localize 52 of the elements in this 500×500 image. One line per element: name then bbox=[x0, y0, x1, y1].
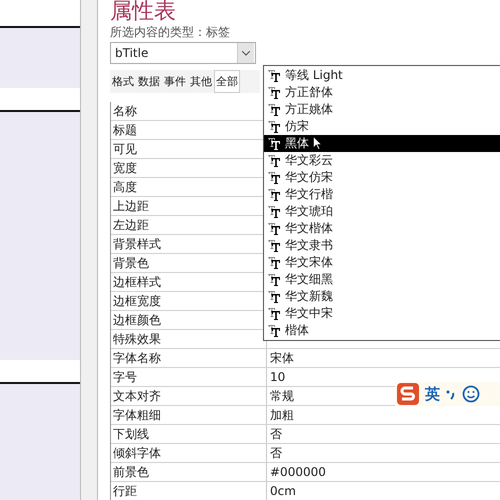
property-name: 倾斜字体 bbox=[111, 444, 267, 462]
punctuation-icon[interactable] bbox=[446, 388, 456, 400]
truetype-font-icon bbox=[268, 206, 281, 218]
property-name: 字号 bbox=[111, 368, 267, 386]
truetype-font-icon bbox=[268, 256, 281, 268]
property-value[interactable]: 10 bbox=[267, 368, 286, 386]
smiley-icon[interactable] bbox=[462, 385, 480, 403]
property-name: 文本对齐 bbox=[111, 387, 267, 405]
selection-type-label: 所选内容的类型：标签 bbox=[110, 24, 231, 40]
truetype-font-icon bbox=[268, 70, 281, 82]
property-tab[interactable]: 格式 bbox=[110, 70, 136, 93]
property-tab[interactable]: 事件 bbox=[162, 70, 188, 93]
property-name: 行距 bbox=[111, 482, 267, 500]
property-name: 下划线 bbox=[111, 425, 267, 443]
property-name: 字体粗细 bbox=[111, 406, 267, 424]
property-name: 前景色 bbox=[111, 463, 267, 481]
property-tab[interactable]: 数据 bbox=[136, 70, 162, 93]
property-tab[interactable]: 其他 bbox=[188, 70, 214, 93]
cursor-icon bbox=[313, 136, 322, 150]
property-value[interactable]: #000000 bbox=[267, 463, 326, 481]
chevron-down-icon bbox=[242, 50, 250, 56]
form-section-bar[interactable] bbox=[0, 88, 80, 112]
truetype-font-icon bbox=[268, 138, 281, 150]
dropdown-button[interactable] bbox=[237, 43, 254, 63]
truetype-font-icon bbox=[268, 154, 281, 166]
truetype-font-icon bbox=[268, 308, 281, 320]
font-option[interactable]: 黑体 bbox=[264, 135, 500, 152]
truetype-font-icon bbox=[268, 274, 281, 286]
truetype-font-icon bbox=[268, 222, 281, 234]
property-name: 字体名称 bbox=[111, 349, 267, 367]
truetype-font-icon bbox=[268, 290, 281, 302]
property-value[interactable]: 加粗 bbox=[267, 406, 294, 424]
property-value[interactable]: 否 bbox=[267, 444, 282, 462]
truetype-font-icon bbox=[268, 104, 281, 116]
input-mode-label[interactable]: 英 bbox=[425, 384, 440, 404]
truetype-font-icon bbox=[268, 188, 281, 200]
panel-title: 属性表 bbox=[110, 0, 177, 24]
truetype-font-icon bbox=[268, 324, 281, 336]
sogou-logo-icon bbox=[397, 383, 419, 405]
property-value[interactable]: 常规 bbox=[267, 387, 294, 405]
truetype-font-icon bbox=[268, 86, 281, 98]
object-combo-box[interactable]: bTitle bbox=[110, 42, 256, 64]
truetype-font-icon bbox=[268, 240, 281, 252]
truetype-font-icon bbox=[268, 172, 281, 184]
property-tab[interactable]: 全部 bbox=[214, 70, 240, 93]
form-section-bar[interactable] bbox=[0, 360, 80, 384]
truetype-font-icon bbox=[268, 120, 281, 132]
property-value[interactable]: 否 bbox=[267, 425, 282, 443]
property-value[interactable]: 宋体 bbox=[267, 349, 294, 367]
form-section-bar[interactable] bbox=[0, 0, 80, 28]
property-value[interactable]: 0cm bbox=[267, 482, 296, 500]
scrollbar[interactable] bbox=[80, 0, 98, 500]
